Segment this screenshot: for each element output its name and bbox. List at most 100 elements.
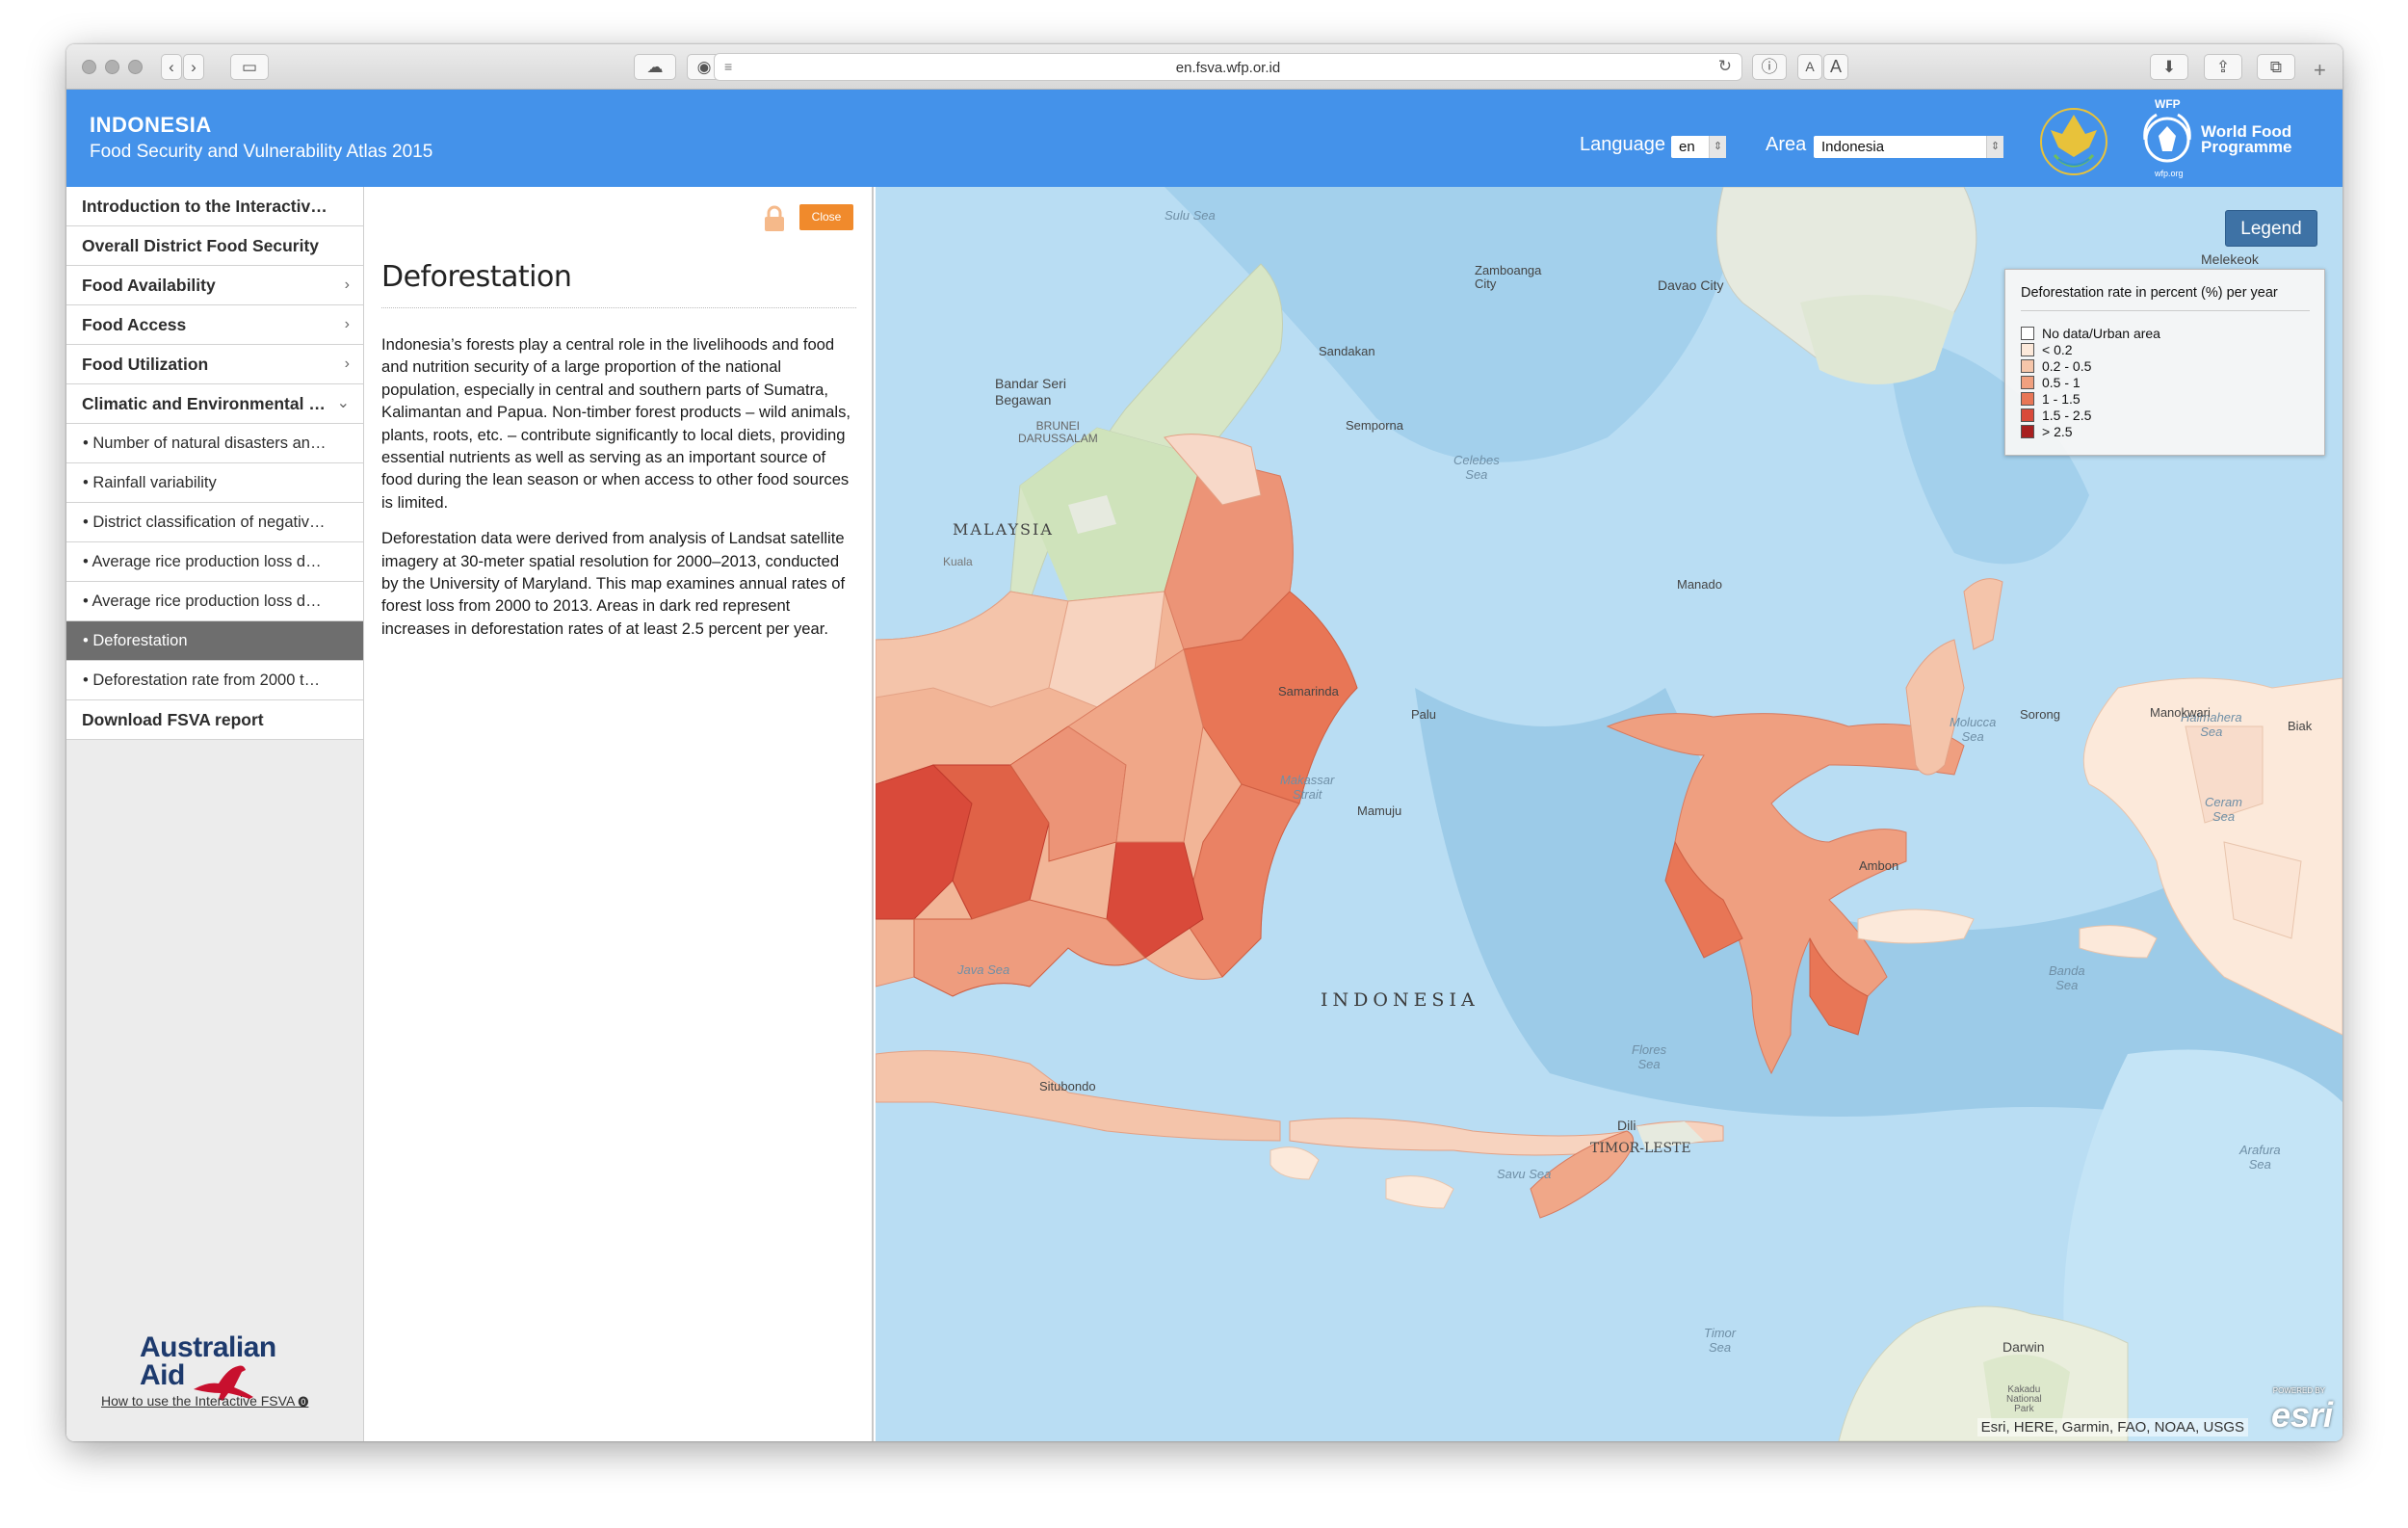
- area-label: Area: [1766, 134, 1807, 155]
- place-label: Samarinda: [1278, 684, 1339, 698]
- sidebar-item-label: • Number of natural disasters and deaths: [83, 435, 328, 452]
- text-larger-button[interactable]: A: [1823, 54, 1848, 80]
- sidebar-item-10[interactable]: • Average rice production loss due to dr…: [66, 582, 363, 621]
- help-link[interactable]: How to use the Interactive FSVA ⓿: [101, 1393, 308, 1409]
- place-label: Dili: [1617, 1118, 1636, 1133]
- sidebar-item-2[interactable]: Food Availability ›: [66, 266, 363, 305]
- new-tab-button[interactable]: +: [2314, 58, 2326, 83]
- legend-row: No data/Urban area: [2021, 326, 2160, 343]
- sea-label: Timor Sea: [1704, 1326, 1737, 1355]
- chevron-right-icon: ›: [344, 356, 350, 372]
- updown-icon: ⇕: [1709, 136, 1726, 158]
- download-icon: ⬇: [2161, 58, 2177, 76]
- map-view[interactable]: Sulu Sea Celebes Sea Molucca Sea Halmahe…: [876, 187, 2343, 1441]
- back-button[interactable]: ‹: [161, 54, 182, 80]
- sidebar-item-13[interactable]: Download FSVA report: [66, 700, 363, 740]
- legend-row: < 0.2: [2021, 342, 2073, 359]
- reload-icon[interactable]: ↻: [1718, 57, 1732, 76]
- browser-toolbar: ‹ › ▭ ☁ ◉ ≡ en.fsva.wfp.or.id ↻ ⓘ A A ⬇ …: [66, 44, 2343, 90]
- sidebar-item-9[interactable]: • Average rice production loss due to fl…: [66, 542, 363, 582]
- chevron-left-icon: ‹: [169, 58, 174, 76]
- sidebar-icon: ▭: [241, 58, 258, 76]
- zoom-window-button[interactable]: [128, 60, 143, 74]
- sidebar-item-8[interactable]: • District classification of negative im…: [66, 503, 363, 542]
- sea-label: Celebes Sea: [1453, 453, 1500, 482]
- sea-label: Molucca Sea: [1950, 715, 1997, 744]
- sidebar-item-0[interactable]: Introduction to the Interactive FSVA: [66, 187, 363, 226]
- place-label: Semporna: [1346, 418, 1403, 433]
- legend-swatch: [2021, 327, 2034, 340]
- close-button[interactable]: Close: [799, 204, 853, 230]
- help-link-text: How to use the Interactive FSVA: [101, 1393, 295, 1409]
- info-button[interactable]: ⓘ: [1752, 54, 1787, 80]
- sidebar-item-5[interactable]: Climatic and Environmental Context ⌄: [66, 384, 363, 424]
- legend-row: 1 - 1.5: [2021, 391, 2081, 408]
- esri-logo[interactable]: esri: [2271, 1395, 2333, 1436]
- legend-panel: Deforestation rate in percent (%) per ye…: [2004, 269, 2325, 456]
- language-select[interactable]: en ⇕: [1671, 136, 1726, 158]
- sea-label: Arafura Sea: [2239, 1143, 2281, 1172]
- sidebar-item-label: • Average rice production loss due to dr…: [83, 593, 328, 610]
- legend-row: 0.5 - 1: [2021, 375, 2081, 392]
- text-large-icon: A: [1829, 57, 1842, 76]
- downloads-button[interactable]: ⬇: [2150, 54, 2188, 80]
- sidebar-item-label: • Deforestation rate from 2000 to 2013: [83, 672, 328, 689]
- sea-label: Savu Sea: [1497, 1167, 1552, 1181]
- sidebar-item-label: Download FSVA report: [82, 710, 264, 729]
- australian-aid-logo: Australian Aid: [140, 1331, 276, 1401]
- place-label: Bandar Seri Begawan: [995, 376, 1066, 408]
- legend-swatch: [2021, 392, 2034, 406]
- chevron-right-icon: ›: [344, 277, 350, 293]
- wfp-logo: WFP World Food Programme wfp.org: [2137, 97, 2330, 180]
- place-label: Manokwari: [2150, 705, 2211, 720]
- address-bar[interactable]: ≡ en.fsva.wfp.or.id ↻: [714, 53, 1742, 81]
- area-select[interactable]: Indonesia ⇕: [1814, 136, 2003, 158]
- plus-icon: +: [2314, 58, 2326, 82]
- place-label: Kakadu National Park: [2006, 1384, 2042, 1414]
- sidebar-item-12[interactable]: • Deforestation rate from 2000 to 2013: [66, 661, 363, 700]
- close-window-button[interactable]: [82, 60, 96, 74]
- area-value: Indonesia: [1821, 139, 1885, 155]
- place-label: Mamuju: [1357, 804, 1402, 818]
- sidebar-item-label: Food Availability: [82, 276, 216, 295]
- updown-icon: ⇕: [1986, 136, 2003, 158]
- sidebar-item-1[interactable]: Overall District Food Security: [66, 226, 363, 266]
- place-label: Palu: [1411, 707, 1437, 722]
- minimize-window-button[interactable]: [105, 60, 119, 74]
- title-divider: [381, 307, 856, 308]
- sidebar-item-4[interactable]: Food Utilization ›: [66, 345, 363, 384]
- text-smaller-button[interactable]: A: [1797, 54, 1822, 80]
- sidebar-item-6[interactable]: • Number of natural disasters and deaths: [66, 424, 363, 463]
- forward-button[interactable]: ›: [183, 54, 204, 80]
- legend-label: 1.5 - 2.5: [2042, 408, 2092, 423]
- app-header: INDONESIA Food Security and Vulnerabilit…: [66, 90, 2343, 187]
- sidebar-toggle-button[interactable]: ▭: [230, 54, 269, 80]
- place-label: Melekeok: [2201, 251, 2259, 267]
- place-label: Situbondo: [1039, 1079, 1096, 1093]
- share-button[interactable]: ⇪: [2204, 54, 2242, 80]
- help-icon: ⓿: [298, 1397, 309, 1409]
- icloud-tabs-button[interactable]: ☁: [634, 54, 676, 80]
- powered-by-label: POWERED BY: [2272, 1386, 2325, 1395]
- sponsor-line1: Australian: [140, 1331, 276, 1363]
- tabs-overview-button[interactable]: ⧉: [2257, 54, 2295, 80]
- shield-icon: ◉: [696, 58, 712, 76]
- lock-icon[interactable]: [762, 204, 787, 233]
- legend-divider: [2021, 310, 2310, 311]
- wfp-url: wfp.org: [2155, 169, 2184, 178]
- browser-window: ‹ › ▭ ☁ ◉ ≡ en.fsva.wfp.or.id ↻ ⓘ A A ⬇ …: [66, 44, 2343, 1441]
- panel-paragraph-2: Deforestation data were derived from ana…: [381, 529, 846, 638]
- legend-title: Deforestation rate in percent (%) per ye…: [2021, 285, 2278, 301]
- legend-button[interactable]: Legend: [2225, 210, 2317, 247]
- info-panel: Close Deforestation Indonesia’s forests …: [365, 187, 874, 1441]
- place-label: Manado: [1677, 577, 1722, 592]
- sea-label: Java Sea: [957, 962, 1010, 977]
- sidebar-item-11[interactable]: • Deforestation: [66, 621, 363, 661]
- place-label: Ambon: [1859, 858, 1899, 873]
- sidebar-item-7[interactable]: • Rainfall variability: [66, 463, 363, 503]
- sidebar-item-label: • Deforestation: [83, 632, 188, 649]
- legend-swatch: [2021, 343, 2034, 356]
- sidebar-item-label: • Average rice production loss due to fl…: [83, 553, 328, 570]
- government-emblem-icon: [2040, 108, 2107, 175]
- sidebar-item-3[interactable]: Food Access ›: [66, 305, 363, 345]
